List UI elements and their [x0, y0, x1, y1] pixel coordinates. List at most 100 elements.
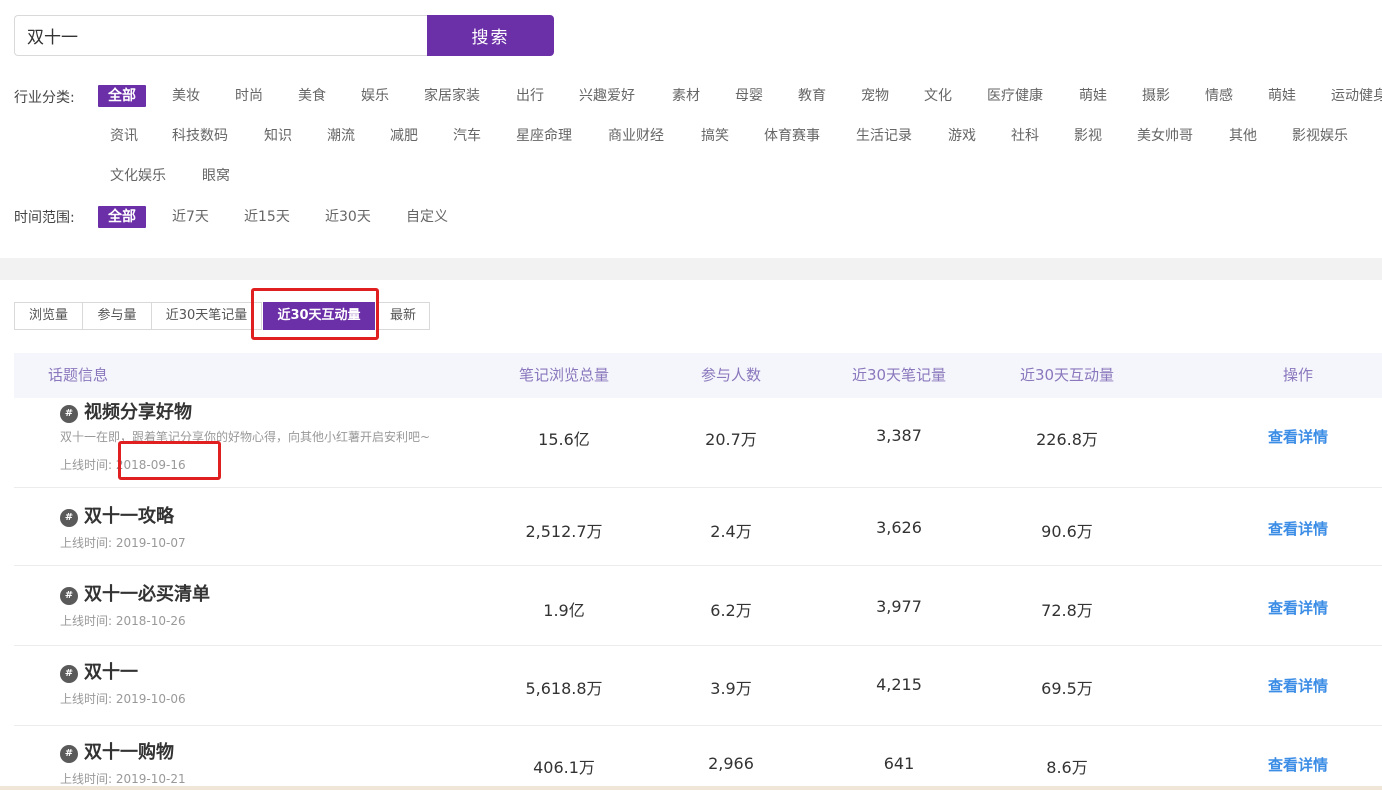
industry-chip[interactable]: 其他	[1229, 125, 1257, 147]
industry-chip[interactable]: 科技数码	[172, 125, 228, 147]
industry-chip[interactable]: 知识	[264, 125, 292, 147]
topic-launch-time: 上线时间: 2019-10-21	[60, 770, 186, 787]
time-chip-15d[interactable]: 近15天	[244, 206, 290, 228]
industry-chip[interactable]: 萌娃	[1268, 85, 1296, 107]
topic-title[interactable]: # 双十一购物	[60, 738, 174, 764]
industry-chip[interactable]: 萌娃	[1079, 85, 1107, 107]
industry-chip[interactable]: 家居家装	[424, 85, 480, 107]
cell-views: 1.9亿	[543, 601, 585, 620]
industry-chip[interactable]: 出行	[516, 85, 544, 107]
cell-interactions-30d: 72.8万	[1041, 601, 1093, 620]
industry-chip[interactable]: 影视娱乐	[1292, 125, 1348, 147]
search-button[interactable]: 搜索	[427, 15, 554, 56]
industry-chip[interactable]: 星座命理	[516, 125, 572, 147]
time-value: 2019-10-21	[115, 772, 186, 786]
topic-hash-icon: #	[60, 587, 78, 605]
topic-title-text: 双十一购物	[84, 742, 174, 763]
industry-chip[interactable]: 时尚	[235, 85, 263, 107]
topic-title[interactable]: # 双十一必买清单	[60, 580, 210, 606]
topic-description: 双十一在即，跟着笔记分享你的好物心得，向其他小红薯开启安利吧~	[60, 430, 431, 444]
time-value: 2018-09-16	[115, 458, 186, 472]
cell-views: 406.1万	[533, 758, 595, 777]
cell-participants: 2.4万	[710, 522, 752, 541]
industry-chip[interactable]: 游戏	[948, 125, 976, 147]
view-details-link[interactable]: 查看详情	[1268, 754, 1328, 775]
industry-chip[interactable]: 社科	[1011, 125, 1039, 147]
time-value: 2019-10-07	[115, 536, 186, 550]
sort-tab-interactions-30d[interactable]: 近30天互动量	[263, 302, 375, 330]
industry-chip-all[interactable]: 全部	[98, 85, 146, 107]
industry-chip[interactable]: 生活记录	[856, 125, 912, 147]
time-prefix: 上线时间:	[60, 536, 113, 550]
topic-title[interactable]: # 视频分享好物	[60, 398, 192, 424]
industry-chip[interactable]: 美妆	[172, 85, 200, 107]
header-views: 笔记浏览总量	[518, 366, 610, 384]
industry-chip[interactable]: 资讯	[110, 125, 138, 147]
topic-title-text: 视频分享好物	[84, 402, 192, 423]
industry-chip[interactable]: 体育赛事	[764, 125, 820, 147]
time-prefix: 上线时间:	[60, 692, 113, 706]
topic-launch-time: 上线时间: 2018-10-26	[60, 612, 186, 629]
cell-notes-30d: 3,387	[876, 426, 922, 445]
industry-chip[interactable]: 运动健身	[1331, 85, 1382, 107]
industry-chip[interactable]: 医疗健康	[987, 85, 1043, 107]
view-details-link[interactable]: 查看详情	[1268, 518, 1328, 539]
filter-panel: 搜索 行业分类: 全部 美妆 时尚 美食 娱乐 家居家装 出行 兴趣爱好 素材 …	[0, 0, 1382, 258]
sort-tab-notes-30d[interactable]: 近30天笔记量	[151, 302, 262, 330]
cell-notes-30d: 3,626	[876, 518, 922, 537]
industry-chip[interactable]: 美女帅哥	[1137, 125, 1193, 147]
industry-chip[interactable]: 教育	[798, 85, 826, 107]
time-chip-custom[interactable]: 自定义	[406, 206, 448, 228]
topic-title[interactable]: # 双十一攻略	[60, 502, 174, 528]
industry-chip[interactable]: 美食	[298, 85, 326, 107]
cell-participants: 2,966	[708, 754, 754, 773]
industry-chip[interactable]: 潮流	[327, 125, 355, 147]
industry-chip[interactable]: 文化娱乐	[110, 165, 166, 187]
industry-chip[interactable]: 汽车	[453, 125, 481, 147]
time-value: 2018-10-26	[115, 614, 186, 628]
industry-chip[interactable]: 商业财经	[608, 125, 664, 147]
time-chip-all[interactable]: 全部	[98, 206, 146, 228]
table-row: # 双十一必买清单 上线时间: 2018-10-26 1.9亿 6.2万 3,97…	[14, 566, 1382, 646]
cell-interactions-30d: 69.5万	[1041, 679, 1093, 698]
time-chip-7d[interactable]: 近7天	[172, 206, 209, 228]
table-row: # 双十一 上线时间: 2019-10-06 5,618.8万 3.9万 4,21…	[14, 646, 1382, 726]
industry-chip[interactable]: 文化	[924, 85, 952, 107]
industry-chip[interactable]: 素材	[672, 85, 700, 107]
topic-hash-icon: #	[60, 745, 78, 763]
sort-tab-views[interactable]: 浏览量	[14, 302, 83, 330]
topic-hash-icon: #	[60, 665, 78, 683]
topic-launch-time: 上线时间: 2019-10-06	[60, 690, 186, 707]
search-input[interactable]	[14, 15, 428, 56]
cell-views: 5,618.8万	[525, 679, 603, 698]
industry-chip[interactable]: 兴趣爱好	[579, 85, 635, 107]
industry-chip[interactable]: 母婴	[735, 85, 763, 107]
industry-chip[interactable]: 眼窝	[202, 165, 230, 187]
industry-chip[interactable]: 娱乐	[361, 85, 389, 107]
section-divider	[0, 258, 1382, 280]
topic-title[interactable]: # 双十一	[60, 658, 138, 684]
time-prefix: 上线时间:	[60, 614, 113, 628]
view-details-link[interactable]: 查看详情	[1268, 597, 1328, 618]
sort-tab-participants[interactable]: 参与量	[82, 302, 152, 330]
cell-views: 2,512.7万	[525, 522, 603, 541]
topic-title-text: 双十一必买清单	[84, 584, 210, 605]
view-details-link[interactable]: 查看详情	[1268, 675, 1328, 696]
view-details-link[interactable]: 查看详情	[1268, 426, 1328, 447]
cell-participants: 3.9万	[710, 679, 752, 698]
cell-views: 15.6亿	[538, 430, 590, 449]
industry-chip[interactable]: 情感	[1205, 85, 1233, 107]
industry-chip[interactable]: 宠物	[861, 85, 889, 107]
time-range-label: 时间范围:	[14, 210, 75, 226]
industry-chip[interactable]: 减肥	[390, 125, 418, 147]
header-notes-30d: 近30天笔记量	[851, 366, 947, 384]
time-prefix: 上线时间:	[60, 772, 113, 786]
industry-chip[interactable]: 搞笑	[701, 125, 729, 147]
header-participants: 参与人数	[700, 366, 762, 384]
industry-chip[interactable]: 影视	[1074, 125, 1102, 147]
sort-tab-latest[interactable]: 最新	[376, 302, 430, 330]
time-chip-30d[interactable]: 近30天	[325, 206, 371, 228]
topic-title-text: 双十一	[84, 662, 138, 683]
industry-chip[interactable]: 摄影	[1142, 85, 1170, 107]
topic-hash-icon: #	[60, 509, 78, 527]
